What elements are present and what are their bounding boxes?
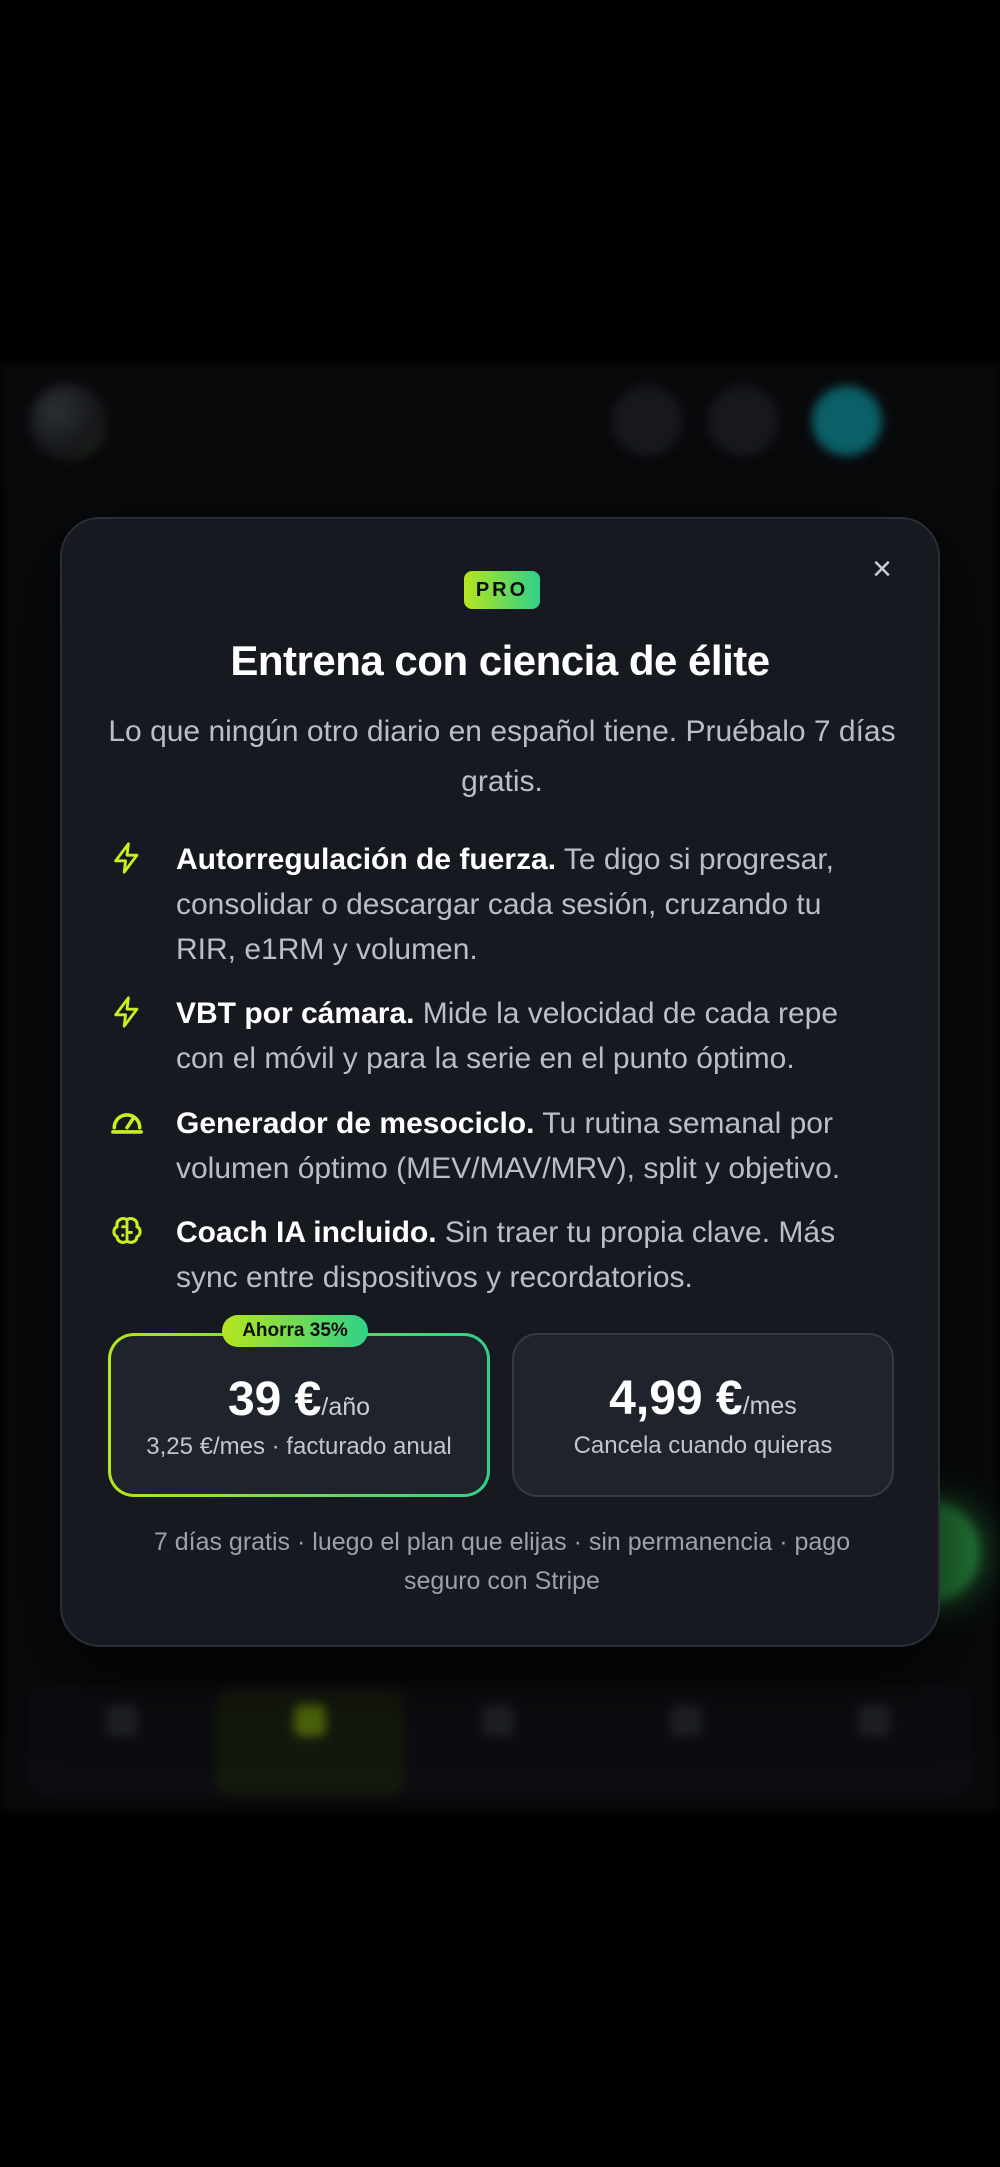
- gauge-icon: [111, 1113, 143, 1134]
- annual-plan-option[interactable]: 39 €/año 3,25 €/mes · facturado anual: [108, 1333, 490, 1497]
- header-action-button: [612, 386, 682, 456]
- feature-title: Autorregulación de fuerza.: [176, 843, 557, 876]
- modal-title: Entrena con ciencia de élite: [230, 637, 770, 684]
- modal-subtitle: Lo que ningún otro diario en español tie…: [108, 715, 896, 798]
- avatar: [812, 386, 882, 456]
- feature-text: VBT por cámara. Mide la velocidad de cad…: [176, 991, 876, 1081]
- monthly-plan-price: 4,99 €/mes: [609, 1372, 797, 1425]
- annual-plan-price: 39 €/año: [227, 1373, 371, 1426]
- feature-text: Coach IA incluido. Sin traer tu propia c…: [176, 1210, 876, 1300]
- app-logo: [30, 384, 106, 460]
- feature-text: Autorregulación de fuerza. Te digo si pr…: [176, 837, 876, 972]
- header-action-button: [708, 386, 778, 456]
- modal-footnote: 7 días gratis · luego el plan que elijas…: [153, 1528, 851, 1595]
- bolt-icon: [114, 842, 139, 874]
- brain-icon: [112, 1217, 142, 1244]
- bottom-nav: [28, 1686, 972, 1796]
- nav-item: [592, 1686, 780, 1796]
- close-button[interactable]: ×: [862, 549, 902, 589]
- annual-plan-note: 3,25 €/mes · facturado anual: [146, 1433, 452, 1460]
- pro-upgrade-modal: × PRO Entrena con ciencia de élite Lo qu…: [60, 517, 940, 1647]
- feature-title: Generador de mesociclo.: [176, 1107, 535, 1140]
- app-header: [0, 362, 1000, 472]
- monthly-plan-note: Cancela cuando quieras: [573, 1432, 833, 1459]
- savings-badge: Ahorra 35%: [222, 1315, 368, 1347]
- pro-badge: PRO: [464, 571, 540, 609]
- feature-title: VBT por cámara.: [176, 997, 415, 1030]
- feature-title: Coach IA incluido.: [176, 1216, 437, 1249]
- monthly-plan-option[interactable]: 4,99 €/mes Cancela cuando quieras: [512, 1333, 894, 1497]
- feature-text: Generador de mesociclo. Tu rutina semana…: [176, 1101, 876, 1191]
- nav-item: [404, 1686, 592, 1796]
- bolt-icon: [114, 996, 139, 1028]
- nav-item: [780, 1686, 968, 1796]
- nav-item-active: [216, 1686, 404, 1796]
- nav-item: [28, 1686, 216, 1796]
